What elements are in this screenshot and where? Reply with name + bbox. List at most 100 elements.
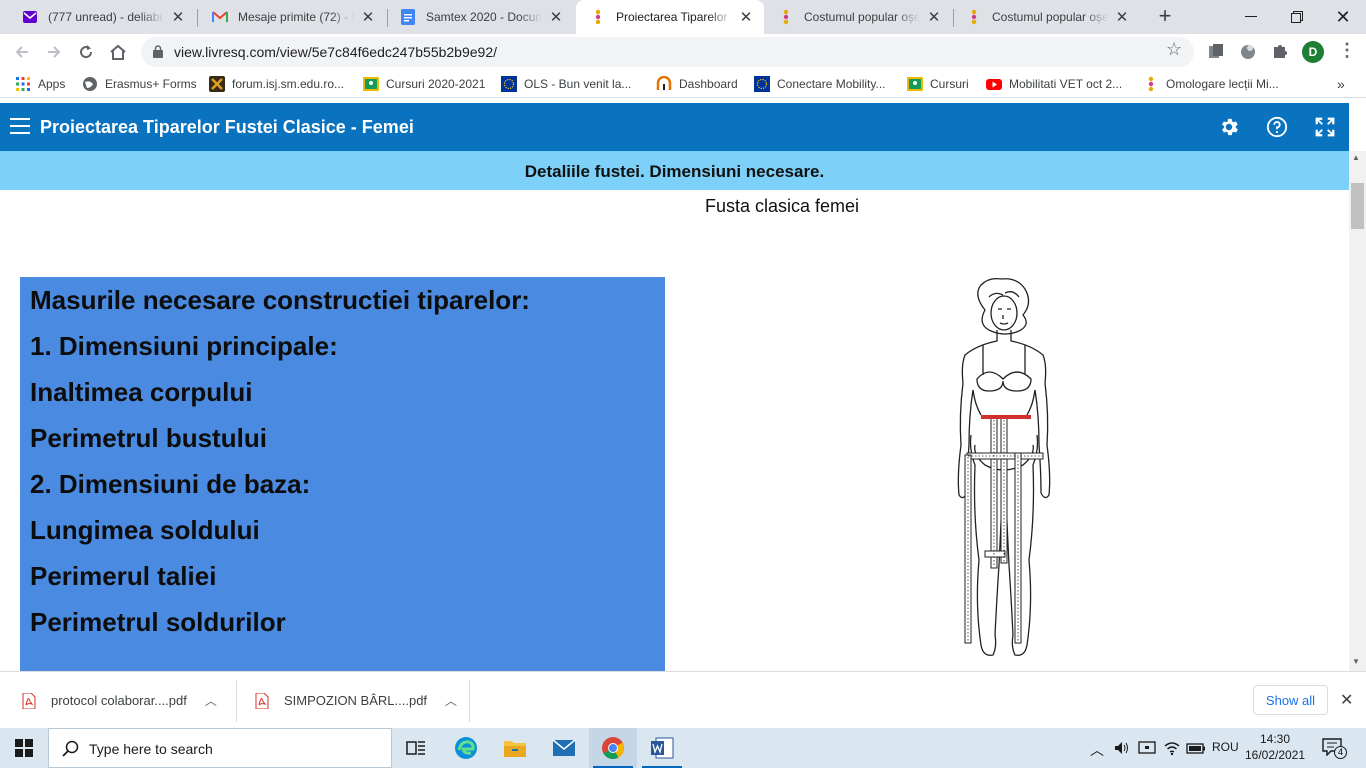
close-icon[interactable]: ✕: [170, 9, 186, 26]
home-button[interactable]: [106, 40, 130, 64]
measures-item: 1. Dimensiuni principale:: [30, 331, 338, 361]
woman-measurement-figure: [957, 277, 1051, 656]
download-item[interactable]: SIMPOZION BÂRL....pdf ︿: [255, 672, 457, 729]
windows-taskbar: Type here to search ︿ ROU 14:30 16/02/20…: [0, 728, 1366, 768]
tab-active-proiectarea[interactable]: Proiectarea Tiparelor Fu ✕: [576, 0, 764, 34]
bookmark-ols[interactable]: OLS - Bun venit la...: [501, 75, 631, 93]
measures-item: Perimetrul soldurilor: [30, 607, 286, 637]
scroll-up-arrow-icon[interactable]: ▲: [1352, 153, 1360, 162]
speaker-icon[interactable]: [1114, 740, 1130, 756]
taskbar-search-box[interactable]: Type here to search: [48, 728, 392, 768]
gear-icon[interactable]: [1218, 116, 1240, 138]
close-icon[interactable]: ✕: [1114, 9, 1130, 26]
bookmark-conectare-mobility[interactable]: Conectare Mobility...: [754, 75, 886, 93]
tab-gmail[interactable]: Mesaje primite (72) - bu ✕: [198, 0, 386, 34]
tab-google-docs[interactable]: Samtex 2020 - Docume ✕: [386, 0, 574, 34]
start-button[interactable]: [0, 728, 48, 768]
task-view-button[interactable]: [392, 728, 440, 768]
livresq-icon: [1148, 76, 1154, 92]
tab-costumul-2[interactable]: Costumul popular oșen ✕: [952, 0, 1140, 34]
bookmarks-overflow-button[interactable]: »: [1337, 75, 1345, 93]
taskbar-edge[interactable]: [442, 728, 490, 768]
close-window-button[interactable]: ✕: [1320, 0, 1366, 34]
bookmark-cursuri-2020[interactable]: Cursuri 2020-2021: [363, 75, 485, 93]
bookmark-star-icon[interactable]: ☆: [1166, 39, 1182, 60]
measures-item: Perimerul taliei: [30, 561, 217, 591]
reload-button[interactable]: [74, 40, 98, 64]
bookmark-cursuri[interactable]: Cursuri: [907, 75, 969, 93]
restore-button[interactable]: [1274, 0, 1320, 34]
tab-title: Costumul popular oșen: [804, 10, 920, 24]
language-indicator[interactable]: ROU: [1212, 740, 1239, 754]
close-icon[interactable]: ✕: [360, 9, 376, 26]
bookmark-apps[interactable]: Apps: [15, 75, 65, 93]
livresq-icon: [590, 9, 606, 25]
pdf-file-icon: [255, 692, 269, 709]
mail-icon: [552, 739, 576, 756]
scroll-down-arrow-icon[interactable]: ▼: [1352, 657, 1360, 666]
bookmark-mobilitati-vet[interactable]: Mobilitati VET oct 2...: [986, 75, 1122, 93]
eu-flag-icon: [754, 76, 770, 92]
bookmarks-bar: Apps Erasmus+ Forms forum.isj.sm.edu.ro.…: [0, 70, 1366, 98]
bookmark-dashboard[interactable]: Dashboard: [656, 75, 738, 93]
notification-center-button[interactable]: 4: [1322, 738, 1348, 759]
profile-avatar[interactable]: D: [1302, 41, 1324, 63]
bookmark-label: Cursuri 2020-2021: [386, 77, 486, 91]
more-menu-icon[interactable]: ⋮: [1338, 40, 1356, 61]
restore-icon: [1291, 11, 1303, 23]
close-icon[interactable]: ✕: [926, 9, 942, 26]
app-header: Proiectarea Tiparelor Fustei Clasice - F…: [0, 103, 1349, 151]
device-icon[interactable]: [1138, 740, 1156, 756]
tab-yahoo-mail[interactable]: (777 unread) - deliabuz ✕: [8, 0, 196, 34]
taskbar-clock[interactable]: 14:30 16/02/2021: [1239, 731, 1311, 763]
chevron-up-icon[interactable]: ︿: [205, 692, 217, 709]
tab-title: Mesaje primite (72) - bu: [238, 10, 354, 24]
new-tab-button[interactable]: +: [1153, 5, 1177, 29]
close-download-shelf-icon[interactable]: ✕: [1340, 690, 1353, 710]
reload-icon: [80, 45, 93, 59]
dashboard-icon: [656, 76, 672, 90]
bookmark-erasmus-forms[interactable]: Erasmus+ Forms: [82, 75, 197, 93]
show-all-downloads-button[interactable]: Show all: [1253, 685, 1328, 715]
bookmark-omologare[interactable]: Omologare lecții Mi...: [1143, 75, 1279, 93]
tab-title: Samtex 2020 - Docume: [426, 10, 542, 24]
page-title: Proiectarea Tiparelor Fustei Clasice - F…: [40, 117, 414, 137]
page-scrollbar[interactable]: [1349, 151, 1366, 671]
back-button[interactable]: [10, 40, 34, 64]
help-icon[interactable]: [1266, 116, 1288, 138]
chevron-up-icon[interactable]: ︿: [1090, 740, 1104, 760]
address-bar[interactable]: view.livresq.com/view/5e7c84f6edc247b55b…: [141, 37, 1194, 67]
extension-circle-icon[interactable]: [1239, 42, 1257, 60]
measurements-box: Masurile necesare constructiei tiparelor…: [20, 277, 665, 671]
fullscreen-icon[interactable]: [1314, 116, 1336, 138]
search-icon: [62, 740, 79, 757]
minimize-icon: [1245, 16, 1257, 17]
hamburger-menu-icon[interactable]: [10, 118, 30, 136]
pdf-file-icon: [22, 692, 36, 709]
tab-title: (777 unread) - deliabuz: [48, 10, 164, 24]
bookmark-forum-isj[interactable]: forum.isj.sm.edu.ro...: [209, 75, 344, 93]
minimize-button[interactable]: [1228, 0, 1274, 34]
taskbar-chrome[interactable]: [589, 728, 637, 768]
search-placeholder: Type here to search: [89, 741, 213, 757]
chevron-up-icon[interactable]: ︿: [445, 692, 457, 709]
puzzle-icon[interactable]: [1271, 42, 1289, 60]
apps-grid-icon: [16, 77, 30, 91]
tab-costumul-1[interactable]: Costumul popular oșen ✕: [764, 0, 952, 34]
livresq-icon: [966, 9, 982, 25]
arrow-left-icon: [15, 46, 28, 58]
page-content: Fusta clasica femei Masurile necesare co…: [0, 190, 1349, 671]
close-icon[interactable]: ✕: [738, 9, 754, 26]
taskbar-file-explorer[interactable]: [491, 728, 539, 768]
battery-icon[interactable]: [1186, 740, 1206, 756]
close-icon[interactable]: ✕: [548, 9, 564, 26]
scrollbar-thumb[interactable]: [1351, 183, 1364, 229]
taskbar-word[interactable]: [638, 728, 686, 768]
extension-copy-icon[interactable]: [1207, 42, 1225, 60]
forward-button[interactable]: [42, 40, 66, 64]
windows-logo-icon: [15, 739, 33, 757]
wifi-icon[interactable]: [1164, 740, 1180, 756]
taskbar-mail[interactable]: [540, 728, 588, 768]
download-item[interactable]: protocol colaborar....pdf ︿: [22, 672, 217, 729]
lock-icon: [153, 45, 163, 58]
